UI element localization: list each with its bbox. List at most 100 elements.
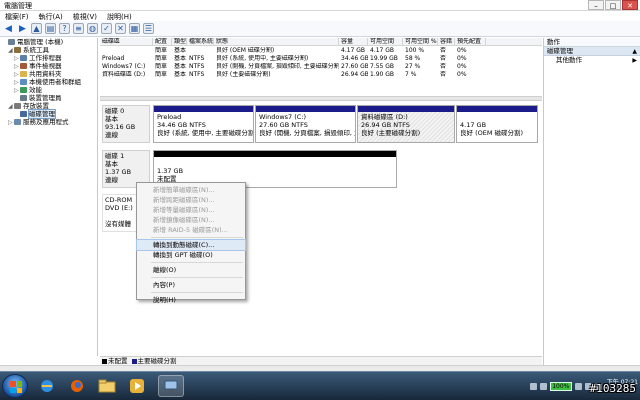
tree-item[interactable]: ▷ 服務及應用程式 bbox=[0, 118, 97, 126]
table-cell: Windows7 (C:) bbox=[102, 63, 146, 70]
table-cell: 7.55 GB bbox=[370, 63, 395, 70]
table-cell: 基本 bbox=[174, 71, 187, 78]
context-menu-item[interactable]: 轉換到動態磁碟(C)... bbox=[136, 239, 246, 251]
tray-network-icon[interactable] bbox=[529, 382, 537, 390]
partition-oem[interactable]: 4.17 GB 良好 (OEM 磁碟分割) bbox=[456, 105, 538, 143]
forward-arrow-icon[interactable]: ▶ bbox=[17, 23, 28, 34]
col-volume[interactable]: 磁碟區 bbox=[100, 38, 153, 45]
close-button[interactable]: ✕ bbox=[622, 0, 638, 10]
col-fault-tolerance[interactable]: 容錯 bbox=[438, 38, 455, 45]
menu-file[interactable]: 檔案(F) bbox=[0, 11, 34, 21]
disk0-type: 基本 bbox=[105, 115, 118, 123]
window-title: 電腦管理 bbox=[4, 2, 32, 10]
taskbar: 100% 下午 07:21 2010/2/1 bbox=[0, 371, 640, 400]
tree-node-icon bbox=[20, 79, 27, 85]
tree-item[interactable]: 電腦管理 (本機) bbox=[0, 38, 97, 46]
tree-item-label: 存放裝置 bbox=[23, 102, 49, 110]
table-cell: 0% bbox=[457, 63, 467, 70]
maximize-button[interactable]: □ bbox=[605, 0, 621, 10]
tray-wifi-icon[interactable] bbox=[574, 382, 582, 390]
col-capacity[interactable]: 容量 bbox=[339, 38, 368, 45]
menu-view[interactable]: 檢視(V) bbox=[68, 11, 102, 21]
tree-item[interactable]: ▷ 共用資料夾 bbox=[0, 70, 97, 78]
show-tree-icon[interactable]: ▤ bbox=[45, 23, 56, 34]
col-filesystem[interactable]: 檔案系統 bbox=[187, 38, 214, 45]
actions-header: 動作 bbox=[544, 38, 640, 47]
tree-node-icon bbox=[20, 63, 27, 69]
properties-icon[interactable]: ≡ bbox=[73, 23, 84, 34]
context-menu-item[interactable]: 離線(O) bbox=[137, 265, 245, 275]
table-cell: 0% bbox=[457, 55, 467, 62]
col-overhead[interactable]: 預先配置 bbox=[455, 38, 486, 45]
table-cell: 否 bbox=[440, 47, 447, 54]
table-row[interactable]: 簡單 基本 良好 (OEM 磁碟分割) 4.17 GB 4.17 GB 100 % 否 0% bbox=[100, 47, 542, 55]
table-cell: 27 % bbox=[405, 63, 421, 70]
check-icon[interactable]: ✓ bbox=[101, 23, 112, 34]
menu-separator bbox=[151, 292, 243, 293]
battery-indicator[interactable]: 100% bbox=[549, 381, 572, 391]
col-free-space[interactable]: 可用空間 bbox=[368, 38, 403, 45]
tree-item[interactable]: ▷ 本機使用者和群組 bbox=[0, 78, 97, 86]
table-cell: 19.99 GB bbox=[370, 55, 398, 62]
new-window-icon[interactable]: ▦ bbox=[129, 23, 140, 34]
partition-size: 34.46 GB NTFS bbox=[157, 121, 206, 129]
start-button[interactable] bbox=[2, 374, 28, 398]
firefox-icon[interactable] bbox=[64, 375, 90, 397]
table-cell: 簡單 bbox=[155, 63, 168, 70]
help-icon[interactable]: ? bbox=[59, 23, 70, 34]
col-status[interactable]: 狀態 bbox=[214, 38, 339, 45]
back-arrow-icon[interactable]: ◀ bbox=[3, 23, 14, 34]
explorer-folder-icon[interactable] bbox=[94, 375, 120, 397]
navigation-tree: 電腦管理 (本機) ◢ 系統工具 ▷ 工作排程器 ▷ 事件檢視器 ▷ 共用資料夾 ▷ 本機使用者和群… bbox=[0, 38, 98, 356]
disk0-label[interactable]: 磁碟 0 基本 93.16 GB 連線 bbox=[102, 105, 150, 143]
partition-windows7-c[interactable]: Windows7 (C:) 27.60 GB NTFS 良好 (開機, 分頁檔案… bbox=[255, 105, 356, 143]
disk0-name: 磁碟 0 bbox=[105, 107, 125, 115]
context-menu-item: 新增跨距磁碟區(N)... bbox=[153, 196, 215, 204]
tree-item[interactable]: 磁碟管理 bbox=[0, 109, 97, 119]
partition-name: 資料磁碟區 (D:) bbox=[361, 113, 408, 121]
table-cell: 1.90 GB bbox=[370, 71, 395, 78]
menu-separator bbox=[151, 277, 243, 278]
actions-section-label: 磁碟管理 bbox=[547, 47, 573, 55]
internet-explorer-icon[interactable] bbox=[34, 375, 60, 397]
table-row[interactable]: Windows7 (C:) 簡單 基本 NTFS 良好 (開機, 分頁檔案, 損毀傾印,… bbox=[100, 63, 542, 71]
media-player-icon[interactable] bbox=[124, 375, 150, 397]
partition-size: 26.94 GB NTFS bbox=[361, 121, 410, 129]
context-menu-item[interactable]: 說明(H) bbox=[137, 295, 245, 305]
tree-node-icon bbox=[14, 103, 21, 109]
context-menu-item[interactable]: 內容(P) bbox=[137, 280, 245, 290]
tree-item[interactable]: ▷ 效能 bbox=[0, 86, 97, 94]
tray-action-center-icon[interactable] bbox=[539, 382, 547, 390]
tree-node-icon bbox=[14, 47, 21, 53]
context-menu-item[interactable]: 轉換到 GPT 磁碟(O) bbox=[137, 250, 245, 260]
menu-action[interactable]: 執行(A) bbox=[34, 11, 68, 21]
disk-icon[interactable]: ◍ bbox=[87, 23, 98, 34]
collapse-arrow-icon[interactable]: ▲ bbox=[632, 47, 637, 56]
tree-item[interactable]: ▷ 事件檢視器 bbox=[0, 62, 97, 70]
col-free-percent[interactable]: 可用空間 % bbox=[403, 38, 438, 45]
col-layout[interactable]: 配置 bbox=[153, 38, 172, 45]
tree-item[interactable]: ◢ 存放裝置 bbox=[0, 102, 97, 110]
list-icon[interactable]: ☰ bbox=[143, 23, 154, 34]
col-type[interactable]: 類型 bbox=[172, 38, 187, 45]
menu-help[interactable]: 說明(H) bbox=[102, 11, 137, 21]
table-cell: 4.17 GB bbox=[341, 47, 366, 54]
table-row[interactable]: 資料磁碟區 (D:) 簡單 基本 NTFS 良好 (主要磁碟分割) 26.94 GB 1.9… bbox=[100, 71, 542, 79]
partition-data-d[interactable]: 資料磁碟區 (D:) 26.94 GB NTFS 良好 (主要磁碟分割) bbox=[357, 105, 455, 143]
computer-management-taskbar-icon[interactable] bbox=[158, 375, 184, 397]
tree-item[interactable]: ▷ 工作排程器 bbox=[0, 54, 97, 62]
tree-node-icon bbox=[20, 95, 27, 101]
up-folder-icon[interactable]: ▲ bbox=[31, 23, 42, 34]
legend-swatch bbox=[131, 358, 137, 364]
delete-icon[interactable]: ✕ bbox=[115, 23, 126, 34]
partition-name: Preload bbox=[157, 113, 182, 121]
tree-item[interactable]: 裝置管理員 bbox=[0, 94, 97, 102]
minimize-button[interactable]: – bbox=[588, 0, 604, 10]
more-actions-item[interactable]: 其他動作 ▶ bbox=[544, 56, 640, 65]
table-row[interactable]: Preload 簡單 基本 NTFS 良好 (系統, 使用中, 主要磁碟分割) 34.46… bbox=[100, 55, 542, 63]
tree-item[interactable]: ◢ 系統工具 bbox=[0, 46, 97, 54]
partition-preload[interactable]: Preload 34.46 GB NTFS 良好 (系統, 使用中, 主要磁碟分… bbox=[153, 105, 254, 143]
table-cell: 基本 bbox=[174, 55, 187, 62]
actions-section-disk-management[interactable]: 磁碟管理 ▲ bbox=[544, 47, 640, 56]
context-menu-item: 新增簡單磁碟區(N)... bbox=[153, 186, 215, 194]
